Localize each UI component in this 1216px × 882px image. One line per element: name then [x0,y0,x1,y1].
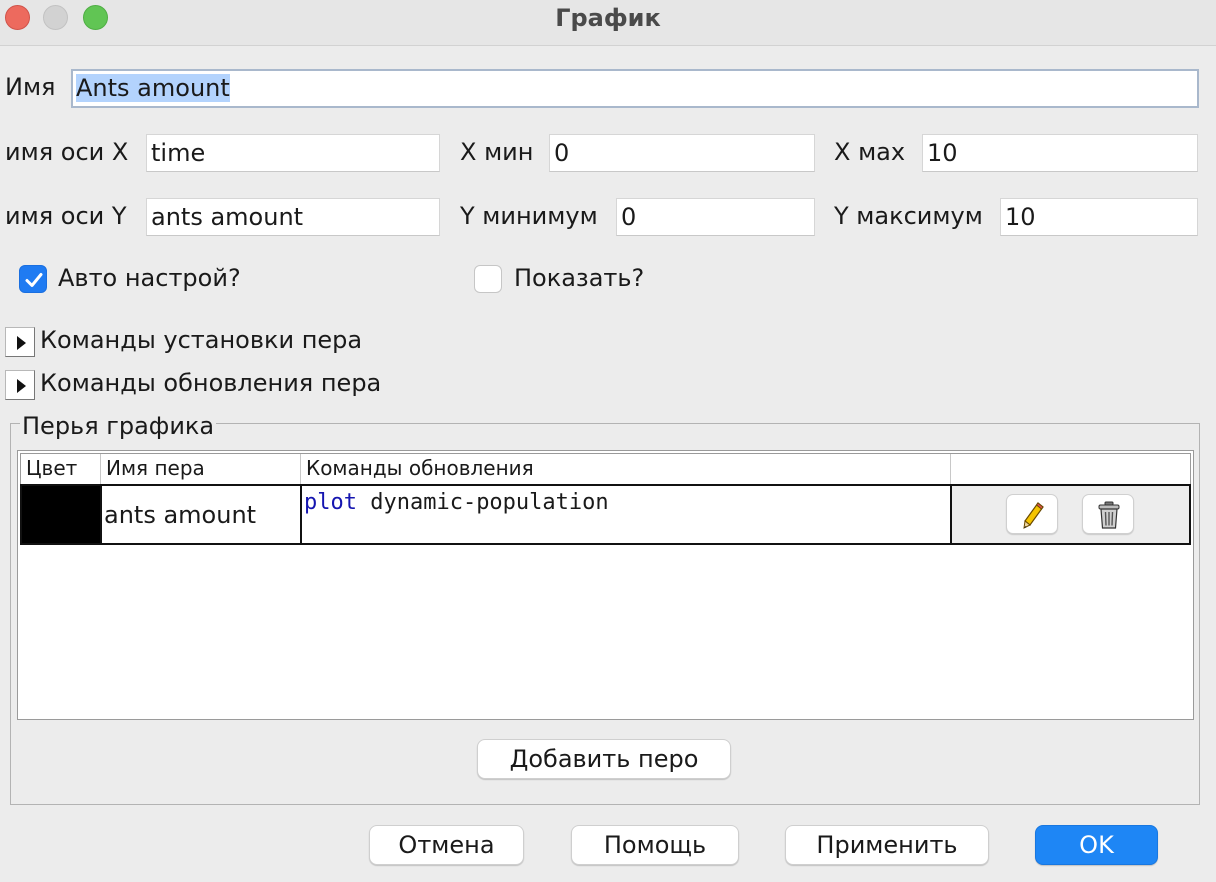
name-field[interactable]: Ants amount [71,69,1199,108]
x-max-field[interactable]: 10 [922,134,1198,172]
plot-pens-title: Перья графика [20,412,217,440]
delete-pen-button[interactable] [1082,494,1134,534]
name-field-value: Ants amount [76,74,230,102]
x-min-field[interactable]: 0 [549,134,815,172]
update-commands-label[interactable]: Команды обновления пера [40,369,381,397]
ok-button[interactable]: OK [1035,825,1158,865]
y-max-label: Y максимум [834,202,983,230]
pen-update-commands-cell[interactable]: plot dynamic-population [302,486,952,543]
window-title: График [555,4,661,32]
setup-commands-label[interactable]: Команды установки пера [40,326,362,354]
pens-table-header: Цвет Имя пера Команды обновления [20,453,1191,485]
pens-table: Цвет Имя пера Команды обновления ants am… [17,450,1194,720]
setup-commands-toggle[interactable] [5,327,35,357]
add-pen-button[interactable]: Добавить перо [477,739,731,779]
column-header-pen-name[interactable]: Имя пера [101,454,301,484]
table-row[interactable]: ants amount plot dynamic-population [20,484,1191,545]
autoscale-label: Авто настрой? [58,264,241,292]
autoscale-checkbox[interactable] [19,265,47,293]
pencil-icon [1023,502,1044,529]
column-header-color[interactable]: Цвет [21,454,101,484]
y-max-field[interactable]: 10 [1000,198,1198,236]
y-axis-name-field[interactable]: ants amount [146,198,440,236]
show-legend-label: Показать? [514,264,645,292]
title-bar: График [0,0,1216,46]
cancel-button[interactable]: Отмена [369,825,524,865]
update-commands-toggle[interactable] [5,370,35,400]
x-axis-name-field[interactable]: time [146,134,440,172]
checkmark-icon [25,273,43,287]
x-axis-label: имя оси X [5,138,129,166]
pen-actions-cell [952,486,1189,543]
y-min-label: Y минимум [460,202,598,230]
y-axis-label: имя оси Y [5,202,127,230]
pen-name-cell[interactable]: ants amount [102,486,302,543]
x-max-label: X мах [834,138,906,166]
column-header-actions [951,454,1190,484]
command-argument: dynamic-population [356,490,609,515]
edit-pen-button[interactable] [1006,494,1058,534]
disclosure-triangle-icon [17,336,26,350]
disclosure-triangle-icon [17,379,26,393]
trash-icon [1098,501,1120,529]
x-min-label: X мин [460,138,534,166]
column-header-update-commands[interactable]: Команды обновления [301,454,951,484]
pen-color-swatch[interactable] [22,486,102,543]
help-button[interactable]: Помощь [571,825,739,865]
apply-button[interactable]: Применить [785,825,989,865]
y-min-field[interactable]: 0 [616,198,815,236]
plot-dialog: График Имя Ants amount имя оси X time X … [0,0,1216,882]
show-legend-checkbox[interactable] [474,265,502,293]
command-keyword: plot [304,490,357,515]
name-label: Имя [5,73,56,101]
